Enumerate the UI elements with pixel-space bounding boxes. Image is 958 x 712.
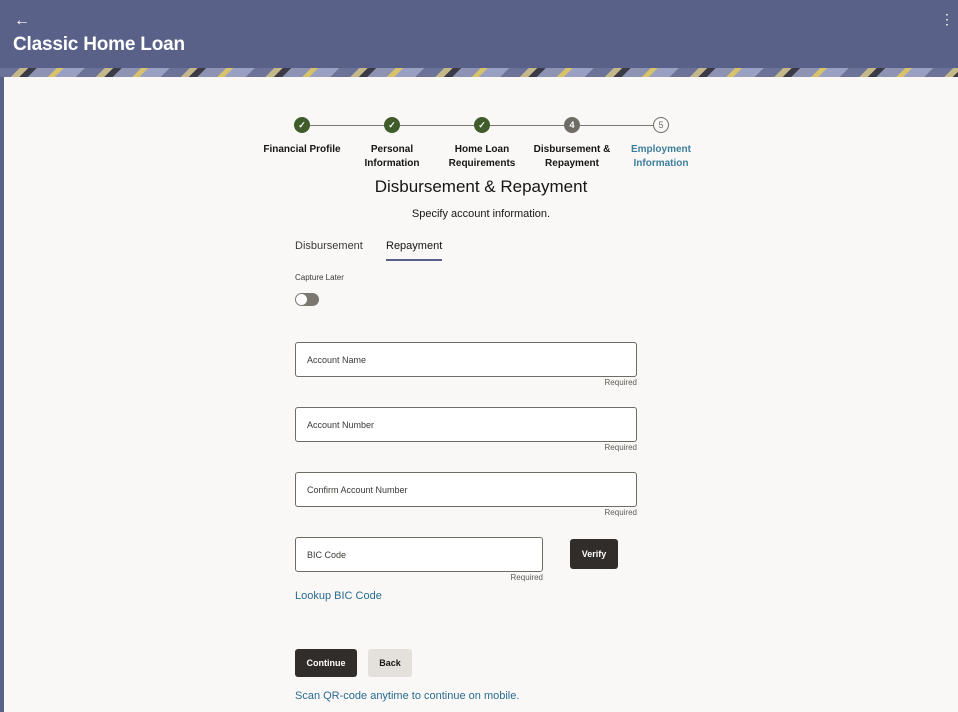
bic-code-field[interactable] <box>295 537 543 572</box>
account-number-field[interactable] <box>295 407 637 442</box>
bic-code-input[interactable] <box>296 538 542 571</box>
lookup-bic-code-link[interactable]: Lookup BIC Code <box>295 590 382 602</box>
tab-repayment[interactable]: Repayment <box>386 240 443 261</box>
main-content: ✓ ✓ ✓ 4 5 Financial Profile Personal Inf… <box>4 77 958 712</box>
confirm-account-number-field[interactable] <box>295 472 637 507</box>
page-header-title: Classic Home Loan <box>13 34 185 55</box>
continue-button[interactable]: Continue <box>295 649 357 677</box>
step-4-number: 4 <box>564 117 580 133</box>
account-name-input[interactable] <box>296 343 636 376</box>
step-5-number: 5 <box>653 117 669 133</box>
step-connector <box>310 125 386 126</box>
step-2-check-icon: ✓ <box>384 117 400 133</box>
capture-later-label: Capture Later <box>295 273 344 282</box>
step-1-check-icon: ✓ <box>294 117 310 133</box>
account-number-input[interactable] <box>296 408 636 441</box>
kebab-menu-icon[interactable]: ⋮ <box>940 10 954 28</box>
step-5-label: Employment Information <box>606 143 716 171</box>
page-subtitle: Specify account information. <box>411 208 551 220</box>
app-header: ← Classic Home Loan ⋮ <box>0 0 958 68</box>
step-connector <box>400 125 476 126</box>
step-5-label-line: Information <box>633 158 689 169</box>
verify-button[interactable]: Verify <box>570 539 618 569</box>
step-connector <box>490 125 566 126</box>
page-title: Disbursement & Repayment <box>374 177 588 196</box>
confirm-account-number-required-hint: Required <box>604 508 637 517</box>
confirm-account-number-input[interactable] <box>296 473 636 506</box>
toggle-knob <box>296 294 307 305</box>
step-connector <box>580 125 656 126</box>
arrow-left-icon[interactable]: ← <box>14 10 36 32</box>
account-name-field[interactable] <box>295 342 637 377</box>
bic-code-required-hint: Required <box>510 573 543 582</box>
decorative-banner <box>0 68 958 77</box>
account-name-required-hint: Required <box>604 378 637 387</box>
scan-qr-code-link[interactable]: Scan QR-code anytime to continue on mobi… <box>295 690 519 702</box>
capture-later-toggle[interactable] <box>295 293 319 306</box>
account-number-required-hint: Required <box>604 443 637 452</box>
tab-disbursement[interactable]: Disbursement <box>295 240 363 259</box>
step-3-check-icon: ✓ <box>474 117 490 133</box>
back-button[interactable]: Back <box>368 649 412 677</box>
step-5-label-line: Employment <box>630 144 691 155</box>
